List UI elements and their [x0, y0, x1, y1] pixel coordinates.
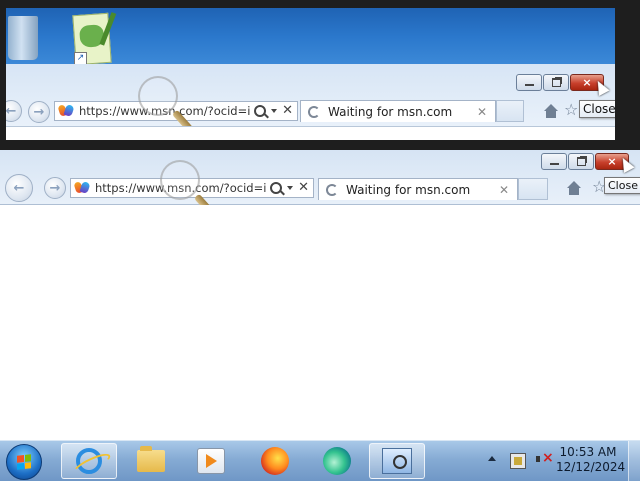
- remote-desktop-icon: [382, 448, 412, 474]
- magnifier-lens: [138, 76, 178, 116]
- internet-explorer-icon: [76, 448, 102, 474]
- back-arrow-icon: ←: [6, 103, 17, 119]
- msn-favicon-icon: [59, 104, 75, 118]
- taskbar-edge[interactable]: [309, 443, 365, 479]
- forward-arrow-icon: →: [33, 104, 45, 120]
- favorites-star-icon[interactable]: ☆: [564, 102, 578, 118]
- home-icon[interactable]: [567, 181, 581, 195]
- taskbar-remote-desktop[interactable]: [369, 443, 425, 479]
- minimize-button[interactable]: [541, 153, 567, 170]
- volume-muted-icon[interactable]: [536, 450, 554, 467]
- window-buttons: ×: [541, 153, 629, 170]
- minimize-icon: [524, 84, 534, 86]
- close-icon: ×: [582, 76, 592, 89]
- forward-button[interactable]: →: [28, 101, 50, 123]
- restore-icon: [551, 78, 561, 87]
- taskbar: 10:53 AM 12/12/2024: [0, 440, 640, 481]
- forward-arrow-icon: →: [49, 180, 61, 196]
- restore-icon: [576, 157, 586, 166]
- magnified-frame: ↗ × Close ← → https://www.msn.com/?ocid=…: [6, 8, 615, 140]
- browser-chrome: × Close ← → https://www.msn.com/?ocid=i …: [0, 150, 640, 205]
- taskbar-file-explorer[interactable]: [123, 443, 179, 479]
- dropdown-arrow-icon[interactable]: [287, 186, 294, 190]
- browser-tab[interactable]: Waiting for msn.com ✕: [318, 178, 518, 200]
- clock-time: 10:53 AM: [559, 445, 617, 459]
- stop-icon[interactable]: ✕: [298, 181, 309, 194]
- recycle-bin-icon[interactable]: [8, 16, 38, 60]
- new-tab-button[interactable]: [518, 178, 548, 200]
- home-icon[interactable]: [544, 104, 558, 118]
- show-hidden-icons-icon[interactable]: [488, 456, 496, 461]
- edge-icon: [323, 447, 351, 475]
- back-button[interactable]: ←: [5, 174, 33, 202]
- magnified-window-buttons: ×: [516, 74, 604, 91]
- magnified-page-strip: [6, 126, 615, 140]
- address-tools: ✕: [270, 181, 309, 194]
- tab-close-icon[interactable]: ✕: [477, 105, 487, 119]
- taskbar-internet-explorer[interactable]: [61, 443, 117, 479]
- address-tools: ✕: [254, 104, 293, 117]
- file-explorer-icon: [137, 446, 165, 472]
- browser-tab[interactable]: Waiting for msn.com ✕: [300, 100, 496, 122]
- restore-button[interactable]: [568, 153, 594, 170]
- action-center-icon[interactable]: [510, 453, 526, 469]
- page-content-area[interactable]: [0, 205, 640, 440]
- minimize-icon: [549, 163, 559, 165]
- taskbar-firefox[interactable]: [247, 443, 303, 479]
- back-arrow-icon: ←: [13, 180, 25, 196]
- loading-spinner-icon: [308, 105, 320, 118]
- minimize-button[interactable]: [516, 74, 542, 91]
- loading-spinner-icon: [326, 183, 338, 196]
- favorites-star-icon[interactable]: ☆: [592, 179, 606, 195]
- tab-close-icon[interactable]: ✕: [499, 183, 509, 197]
- msn-favicon-icon: [75, 181, 91, 195]
- close-tooltip: Close: [604, 177, 640, 194]
- show-desktop-button[interactable]: [628, 441, 640, 481]
- taskbar-media-player[interactable]: [183, 443, 239, 479]
- clock-date: 12/12/2024: [556, 460, 626, 474]
- stop-icon[interactable]: ✕: [282, 104, 293, 117]
- magnified-browser-chrome: × Close ← → https://www.msn.com/?ocid=i …: [6, 64, 615, 126]
- search-icon[interactable]: [270, 182, 283, 194]
- search-icon[interactable]: [254, 105, 267, 117]
- start-button[interactable]: [6, 444, 42, 480]
- forward-button[interactable]: →: [44, 177, 66, 199]
- dropdown-arrow-icon[interactable]: [271, 109, 278, 113]
- close-tooltip: Close: [579, 100, 615, 118]
- clock[interactable]: 10:53 AM 12/12/2024: [556, 445, 626, 475]
- magnified-view: ↗ × Close ← → https://www.msn.com/?ocid=…: [0, 0, 640, 150]
- tab-title: Waiting for msn.com: [346, 182, 471, 197]
- tab-title: Waiting for msn.com: [328, 104, 453, 119]
- desktop-background: ↗: [6, 8, 615, 66]
- restore-button[interactable]: [543, 74, 569, 91]
- media-player-icon: [197, 448, 225, 474]
- magnifier-lens: [160, 160, 200, 200]
- firefox-icon: [261, 447, 289, 475]
- back-button[interactable]: ←: [6, 100, 22, 122]
- windows-logo-icon: [17, 454, 31, 470]
- new-tab-button[interactable]: [496, 100, 524, 122]
- close-icon: ×: [607, 155, 617, 168]
